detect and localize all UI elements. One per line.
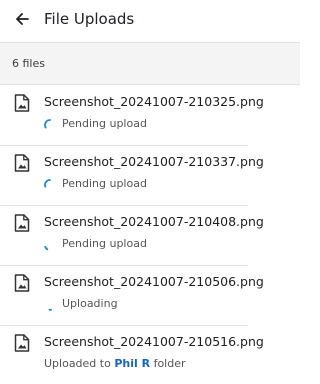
uploading-spinner-icon [48,308,52,311]
folder-link[interactable]: Phil R [114,357,150,370]
image-file-icon [14,274,30,292]
upload-status: Pending upload [62,177,147,190]
upload-item[interactable]: Screenshot_20241007-210506.png Uploading [0,266,300,326]
file-count-bar: 6 files [0,43,300,85]
upload-status: Uploaded to Phil R folder [44,357,186,370]
pending-spinner-icon [44,245,49,251]
status-prefix: Uploaded to [44,357,115,370]
upload-item[interactable]: Screenshot_20241007-210408.png Pending u… [0,206,300,266]
file-name: Screenshot_20241007-210516.png [44,334,264,349]
upload-item[interactable]: Screenshot_20241007-210325.png Pending u… [0,86,300,146]
arrow-left-icon [16,13,29,25]
upload-status: Pending upload [62,237,147,250]
file-count: 6 files [12,57,45,70]
image-file-icon [14,334,30,352]
file-name: Screenshot_20241007-210337.png [44,154,264,169]
back-button[interactable] [8,5,36,33]
app-bar: File Uploads [0,0,300,43]
image-file-icon [14,154,30,172]
image-file-icon [14,94,30,112]
file-name: Screenshot_20241007-210506.png [44,274,264,289]
image-file-icon [14,214,30,232]
upload-status: Pending upload [62,117,147,130]
status-suffix: folder [150,357,186,370]
upload-list: Screenshot_20241007-210325.png Pending u… [0,86,300,384]
file-name: Screenshot_20241007-210325.png [44,94,264,109]
pending-spinner-icon [44,179,51,188]
upload-item[interactable]: Screenshot_20241007-210516.png Uploaded … [0,326,300,384]
upload-status: Uploading [62,297,118,310]
file-name: Screenshot_20241007-210408.png [44,214,264,229]
pending-spinner-icon [44,119,51,129]
page-title: File Uploads [44,10,135,28]
upload-item[interactable]: Screenshot_20241007-210337.png Pending u… [0,146,300,206]
